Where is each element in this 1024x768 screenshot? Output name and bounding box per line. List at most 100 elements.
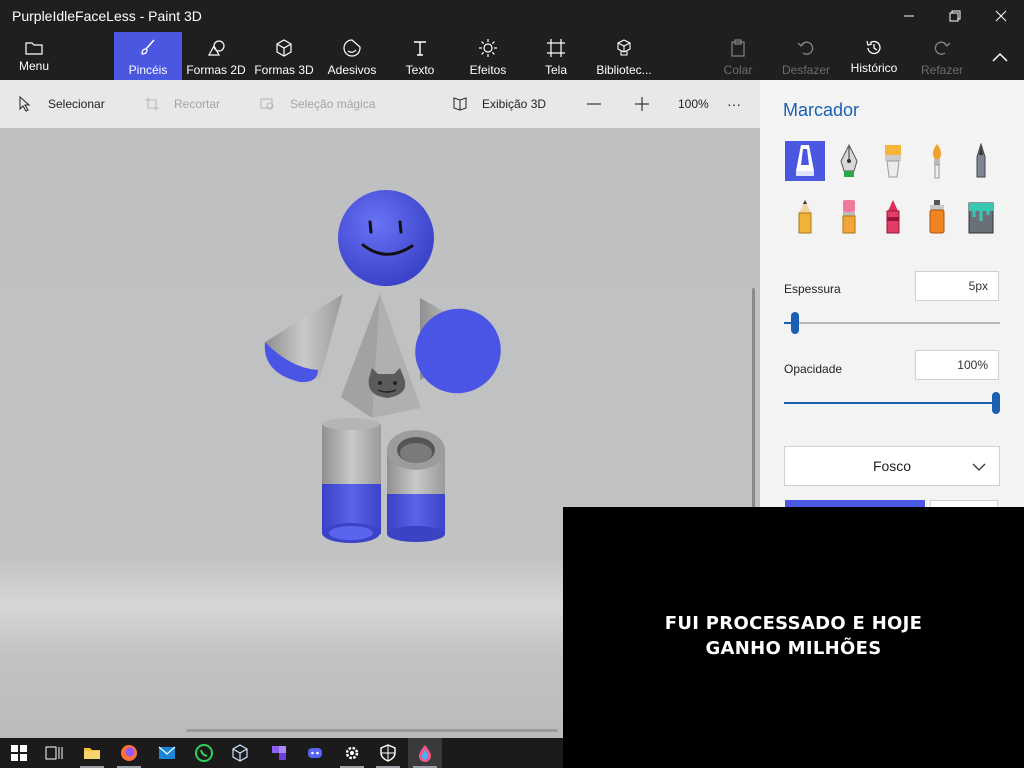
spray-can-icon xyxy=(929,200,945,234)
caption-overlay: FUI PROCESSADO E HOJE GANHO MILHÕES xyxy=(563,507,1024,768)
taskbar-paint-3d[interactable] xyxy=(408,738,442,768)
select-button[interactable]: Selecionar xyxy=(18,80,105,128)
zoom-level[interactable]: 100% xyxy=(678,80,709,128)
task-view-icon xyxy=(45,746,63,760)
library-icon xyxy=(617,39,631,56)
brush-pencil[interactable] xyxy=(785,197,825,237)
chevron-down-icon xyxy=(972,463,986,471)
shapes-2d-icon xyxy=(207,40,225,56)
caption-line-2: GANHO MILHÕES xyxy=(705,638,882,659)
taskbar-settings[interactable] xyxy=(335,738,369,768)
zoom-out-button[interactable] xyxy=(586,80,602,128)
tab-text[interactable]: Texto xyxy=(386,32,454,80)
view-3d-toggle[interactable]: Exibição 3D xyxy=(452,80,546,128)
redo-button[interactable]: Refazer xyxy=(910,32,974,80)
minus-icon xyxy=(587,103,601,105)
taskbar-file-explorer[interactable] xyxy=(75,738,109,768)
opacity-input[interactable]: 100% xyxy=(915,350,999,380)
text-icon xyxy=(414,41,426,56)
caption-line-1: FUI PROCESSADO E HOJE xyxy=(664,613,923,634)
folder-icon xyxy=(25,42,43,55)
brush-fill[interactable] xyxy=(961,197,1001,237)
thickness-slider-track[interactable] xyxy=(784,322,1000,324)
thickness-slider-thumb[interactable] xyxy=(790,312,799,334)
brush-watercolor[interactable] xyxy=(917,141,957,181)
title-bar: PurpleIdleFaceLess - Paint 3D xyxy=(0,0,1024,32)
thickness-input[interactable]: 5px xyxy=(915,271,999,301)
crop-label: Recortar xyxy=(174,97,221,111)
close-button[interactable] xyxy=(978,0,1024,32)
taskbar-discord[interactable] xyxy=(298,738,332,768)
caption-text: FUI PROCESSADO E HOJE GANHO MILHÕES xyxy=(563,611,1024,661)
history-icon xyxy=(866,40,881,55)
brush-calligraphy-pen[interactable] xyxy=(829,141,869,181)
action-label: Desfazer xyxy=(781,63,831,77)
more-options-button[interactable]: ··· xyxy=(727,80,741,128)
taskbar-3d-viewer[interactable] xyxy=(223,738,257,768)
view-3d-icon xyxy=(453,97,467,111)
opacity-slider-thumb[interactable] xyxy=(992,392,1000,414)
brush-oil[interactable] xyxy=(873,141,913,181)
windows-logo-icon xyxy=(11,745,27,761)
crop-button[interactable]: Recortar xyxy=(144,80,220,128)
taskbar-firefox[interactable] xyxy=(112,738,146,768)
left-arm-cone[interactable] xyxy=(264,294,343,383)
collapse-ribbon-button[interactable] xyxy=(978,32,1022,80)
taskbar-mail[interactable] xyxy=(150,738,184,768)
magic-select-label: Seleção mágica xyxy=(290,97,376,111)
discord-icon xyxy=(308,748,322,758)
restore-button[interactable] xyxy=(932,0,978,32)
taskbar-app-purple[interactable] xyxy=(262,738,296,768)
toolbar: Selecionar Recortar Seleção mágica Exibi… xyxy=(0,80,760,128)
canvas-icon xyxy=(547,39,565,57)
task-view-button[interactable] xyxy=(37,738,71,768)
oil-brush-icon xyxy=(885,145,901,178)
tab-stickers[interactable]: Adesivos xyxy=(318,32,386,80)
minimize-button[interactable] xyxy=(886,0,932,32)
undo-button[interactable]: Desfazer xyxy=(774,32,838,80)
magic-select-button[interactable]: Seleção mágica xyxy=(260,80,375,128)
torso-pyramid[interactable] xyxy=(341,294,421,418)
paste-button[interactable]: Colar xyxy=(706,32,770,80)
calligraphy-pen-icon xyxy=(840,143,858,177)
finish-dropdown[interactable]: Fosco xyxy=(784,446,1000,486)
finish-value: Fosco xyxy=(872,458,912,474)
crayon-icon xyxy=(886,200,900,234)
tab-menu[interactable]: Menu xyxy=(0,32,68,80)
brush-spray-can[interactable] xyxy=(917,197,957,237)
taskbar-security[interactable] xyxy=(371,738,405,768)
start-button[interactable] xyxy=(2,738,36,768)
left-leg-cylinder[interactable] xyxy=(322,418,381,543)
tab-brushes[interactable]: Pincéis xyxy=(114,32,182,80)
tab-effects[interactable]: Efeitos xyxy=(454,32,522,80)
history-button[interactable]: Histórico xyxy=(840,32,908,80)
action-label: Refazer xyxy=(920,63,964,77)
eraser-icon xyxy=(842,200,856,234)
right-arm-cone[interactable] xyxy=(400,293,516,409)
plus-icon xyxy=(635,97,649,111)
redo-icon xyxy=(934,41,951,55)
brush-pixel-pen[interactable] xyxy=(961,141,1001,181)
ribbon: Menu Pincéis Formas 2D Formas 3D Adesivo… xyxy=(0,32,1024,80)
tab-label: Bibliotec... xyxy=(596,63,652,77)
right-leg-tube[interactable] xyxy=(387,430,445,542)
select-label: Selecionar xyxy=(48,97,105,111)
pixel-pen-icon xyxy=(976,143,986,178)
tab-library[interactable]: Bibliotec... xyxy=(590,32,658,80)
tab-2d-shapes[interactable]: Formas 2D xyxy=(182,32,250,80)
tab-canvas[interactable]: Tela xyxy=(522,32,590,80)
whatsapp-icon xyxy=(195,744,213,762)
tab-label: Adesivos xyxy=(327,63,377,77)
brush-crayon[interactable] xyxy=(873,197,913,237)
tab-label: Formas 3D xyxy=(254,63,314,77)
panel-title: Marcador xyxy=(783,100,860,120)
head-sphere[interactable] xyxy=(338,190,434,286)
brush-eraser[interactable] xyxy=(829,197,869,237)
paint3d-window: PurpleIdleFaceLess - Paint 3D Menu Pincé… xyxy=(0,0,1024,768)
cursor-icon xyxy=(19,96,31,112)
taskbar-whatsapp[interactable] xyxy=(187,738,221,768)
zoom-in-button[interactable] xyxy=(634,80,650,128)
brush-marker[interactable] xyxy=(785,141,825,181)
horizontal-scrollbar[interactable] xyxy=(186,729,558,732)
tab-3d-shapes[interactable]: Formas 3D xyxy=(250,32,318,80)
